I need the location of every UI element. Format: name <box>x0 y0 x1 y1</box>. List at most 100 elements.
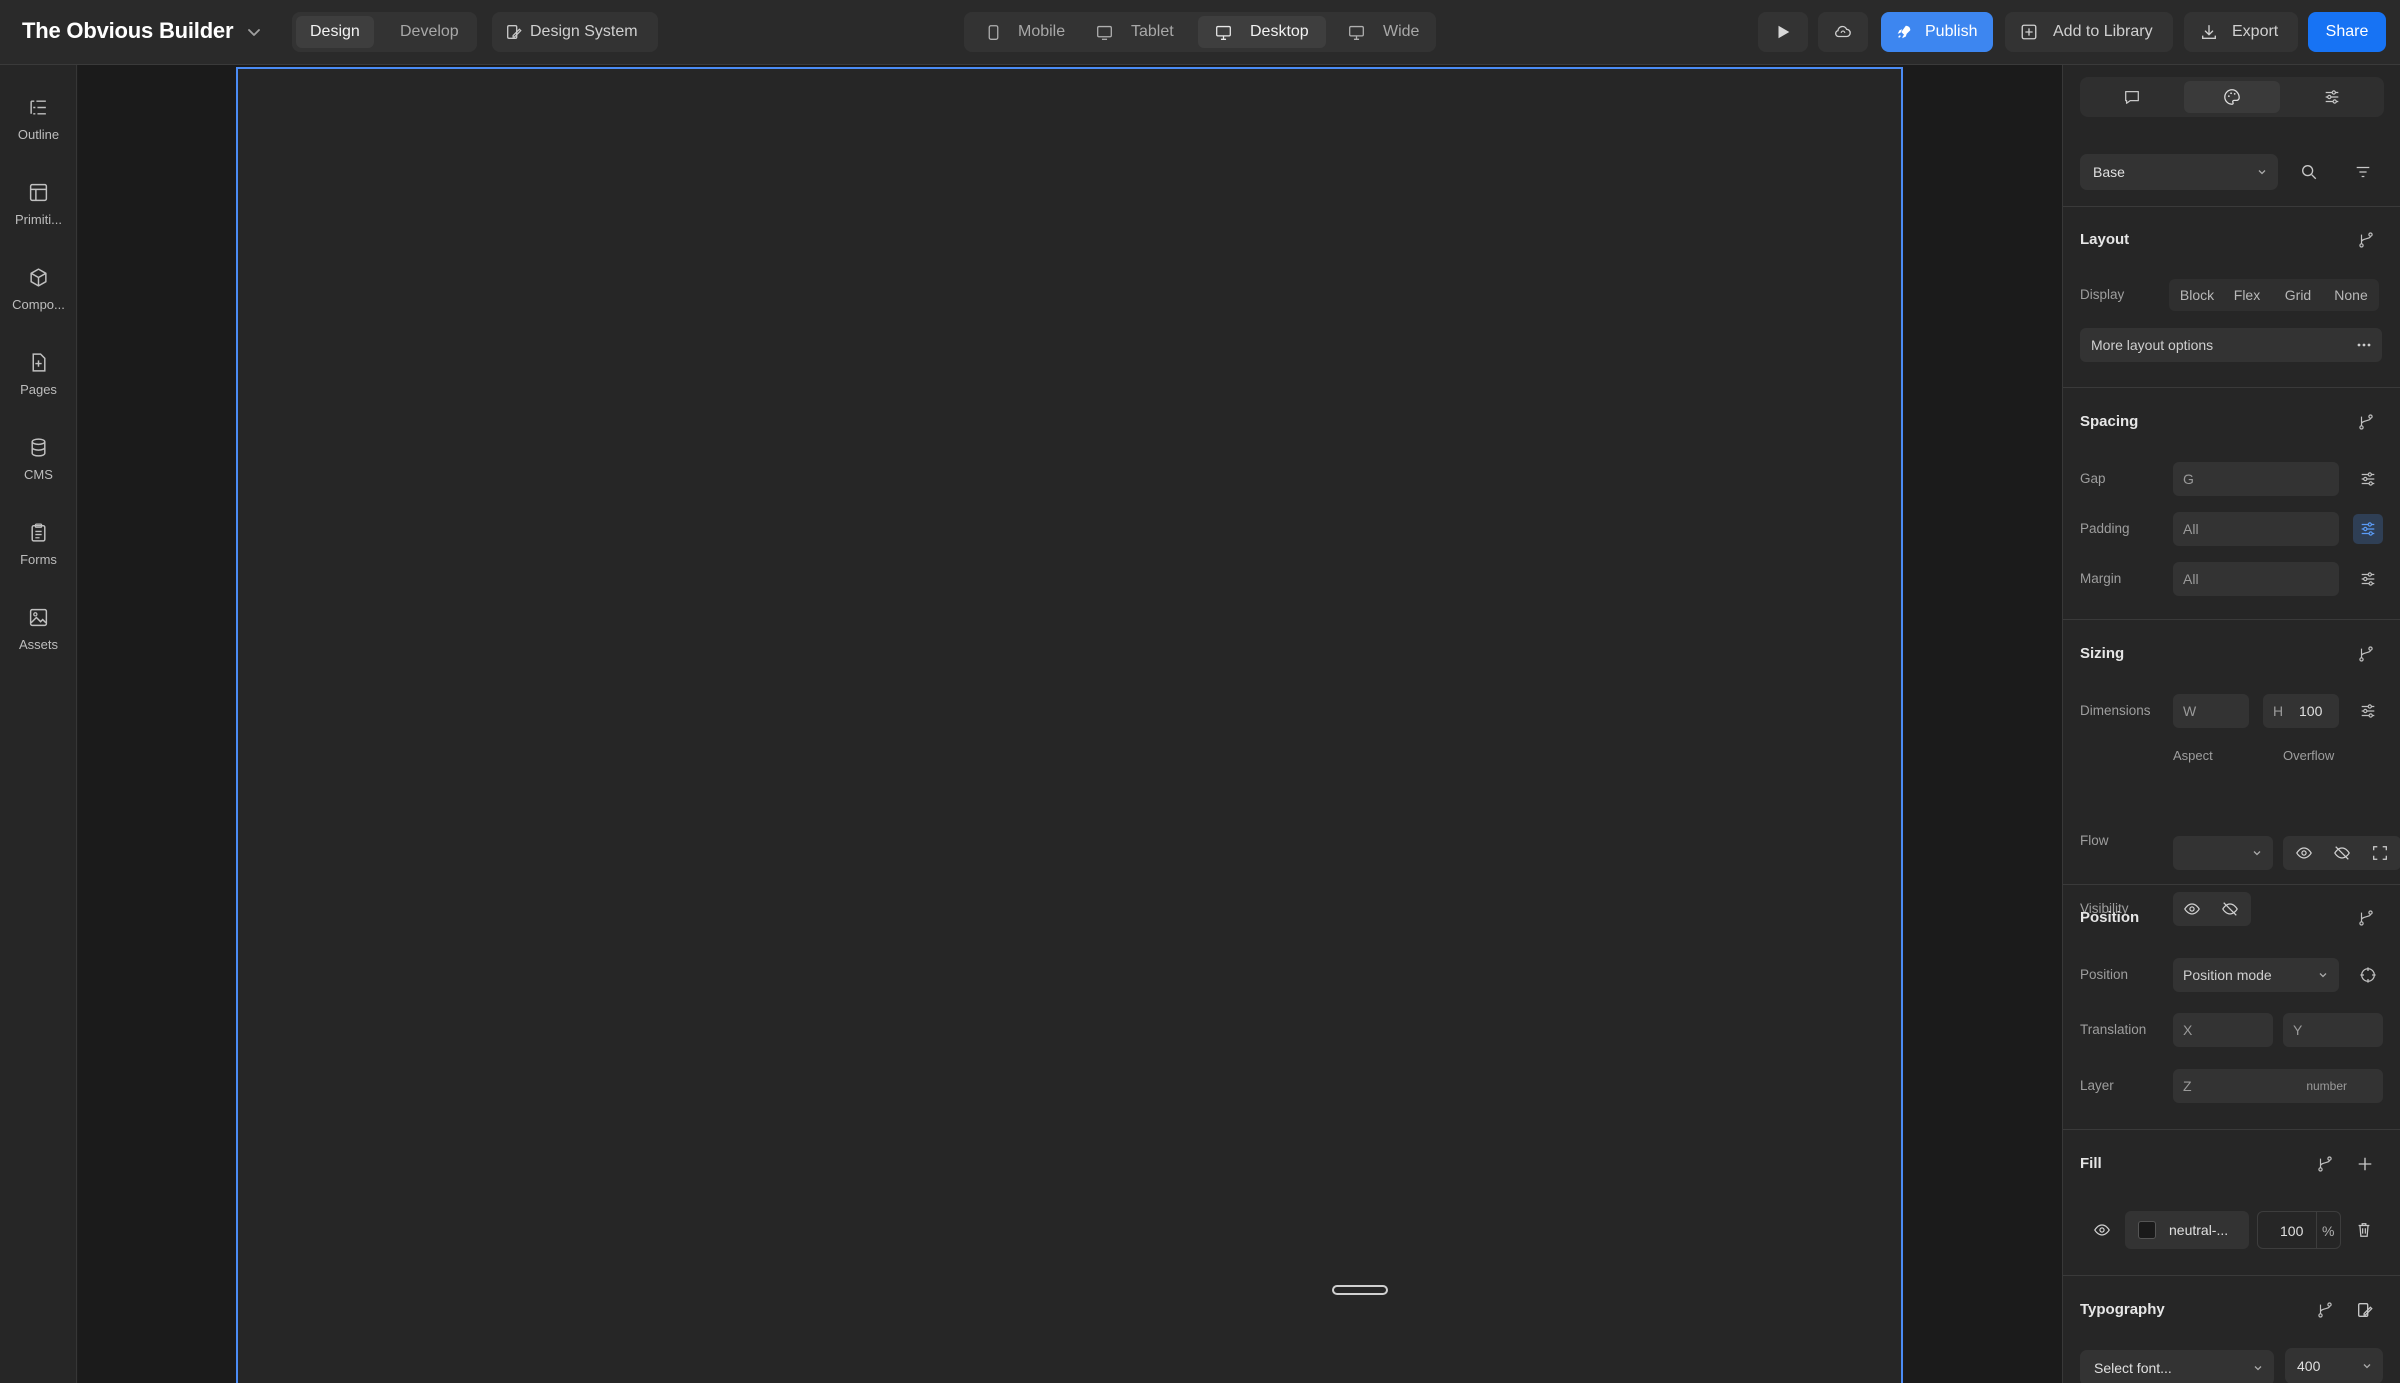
monitor-icon <box>1216 25 1231 40</box>
delete-fill-button[interactable] <box>2349 1215 2379 1245</box>
dimensions-advanced-button[interactable] <box>2353 696 2383 726</box>
sizing-branch-button[interactable] <box>2351 639 2381 669</box>
sizing-section-title: Sizing <box>2080 645 2125 662</box>
overflow-hidden-button[interactable] <box>2327 838 2357 868</box>
typography-branch-button[interactable] <box>2310 1295 2340 1325</box>
sidebar-item-outline[interactable]: Outline <box>0 87 77 157</box>
sidebar-item-pages[interactable]: Pages <box>0 342 77 412</box>
design-mode-tab[interactable]: Design <box>296 16 374 48</box>
canvas-area[interactable] <box>78 65 2062 1383</box>
overflow-scroll-button[interactable] <box>2365 838 2395 868</box>
search-button[interactable] <box>2294 157 2324 187</box>
tab-settings[interactable] <box>2284 81 2380 113</box>
display-flex-option[interactable]: Flex <box>2224 279 2270 311</box>
sliders-icon <box>2361 522 2375 536</box>
gap-advanced-button[interactable] <box>2353 464 2383 494</box>
aspect-select[interactable] <box>2173 836 2273 870</box>
design-system-icon <box>2358 1303 2373 1317</box>
breakpoint-mobile[interactable]: Mobile <box>968 16 1074 48</box>
resize-handle[interactable] <box>1332 1285 1388 1295</box>
display-block-option[interactable]: Block <box>2173 279 2221 311</box>
sidebar-item-label: CMS <box>24 467 53 482</box>
export-button[interactable]: Export <box>2184 12 2298 52</box>
sliders-icon <box>2325 90 2339 104</box>
filter-icon <box>2356 166 2370 178</box>
typography-style-button[interactable] <box>2350 1295 2380 1325</box>
preview-button[interactable] <box>1758 12 1808 52</box>
add-to-library-button[interactable]: Add to Library <box>2005 12 2173 52</box>
export-label: Export <box>2232 23 2279 40</box>
design-system-button[interactable]: Design System <box>492 12 658 52</box>
height-input[interactable]: H 100 <box>2263 694 2339 728</box>
breakpoint-tablet[interactable]: Tablet <box>1079 16 1192 48</box>
add-to-library-label: Add to Library <box>2053 23 2153 40</box>
z-unit-label: number <box>2306 1079 2347 1093</box>
sync-button[interactable] <box>1818 12 1868 52</box>
sidebar-item-cms[interactable]: CMS <box>0 427 77 497</box>
spacing-branch-button[interactable] <box>2351 407 2381 437</box>
eye-icon <box>2184 903 2200 915</box>
chevron-down-icon[interactable] <box>244 22 264 42</box>
sliders-icon <box>2361 572 2375 586</box>
tab-comments[interactable] <box>2084 81 2180 113</box>
filter-button[interactable] <box>2348 157 2378 187</box>
chevron-down-icon <box>2254 1366 2262 1371</box>
position-label: Position <box>2080 967 2129 982</box>
branch-icon <box>2318 1156 2332 1172</box>
margin-advanced-button[interactable] <box>2353 564 2383 594</box>
share-button[interactable]: Share <box>2308 12 2386 52</box>
padding-advanced-button[interactable] <box>2353 514 2383 544</box>
image-icon <box>29 608 48 627</box>
padding-input[interactable]: All <box>2173 512 2339 546</box>
z-index-input[interactable]: Z number <box>2173 1069 2383 1103</box>
app-title[interactable]: The Obvious Builder <box>22 18 234 44</box>
sidebar-item-assets[interactable]: Assets <box>0 597 77 667</box>
sidebar-item-label: Forms <box>20 552 57 567</box>
width-input[interactable]: W <box>2173 694 2249 728</box>
sidebar-item-primitives[interactable]: Primiti... <box>0 172 77 242</box>
breakpoint-desktop[interactable]: Desktop <box>1198 16 1326 48</box>
tab-style[interactable] <box>2184 81 2280 113</box>
layout-branch-button[interactable] <box>2351 225 2381 255</box>
trash-icon <box>2358 1223 2370 1237</box>
fill-color-picker[interactable]: neutral-... <box>2125 1211 2249 1249</box>
margin-input[interactable]: All <box>2173 562 2339 596</box>
display-none-option[interactable]: None <box>2325 279 2377 311</box>
fill-opacity-input[interactable]: 100 % <box>2257 1211 2341 1249</box>
position-target-button[interactable] <box>2353 960 2383 990</box>
sidebar-item-label: Assets <box>18 637 58 652</box>
visibility-hidden-button[interactable] <box>2215 894 2245 924</box>
state-select[interactable]: Base <box>2080 154 2278 190</box>
typography-section-title: Typography <box>2080 1301 2165 1318</box>
font-weight-select[interactable]: 400 <box>2285 1348 2383 1383</box>
position-mode-select[interactable]: Position mode <box>2173 958 2339 992</box>
visibility-visible-button[interactable] <box>2177 894 2207 924</box>
add-fill-button[interactable] <box>2350 1149 2380 1179</box>
left-sidebar: Outline Primiti... Compo... Pages CMS Fo… <box>0 65 77 1383</box>
padding-value: All <box>2183 521 2199 537</box>
publish-button[interactable]: Publish <box>1881 12 1993 52</box>
develop-mode-tab[interactable]: Develop <box>386 16 473 48</box>
chevron-down-icon <box>2363 1364 2371 1369</box>
more-layout-options-button[interactable]: More layout options <box>2080 328 2382 362</box>
translate-y-input[interactable]: Y <box>2283 1013 2383 1047</box>
mode-switcher: Design Develop <box>292 12 477 52</box>
overflow-options <box>2283 836 2400 870</box>
font-family-select[interactable]: Select font... <box>2080 1350 2274 1383</box>
gap-input[interactable]: G <box>2173 462 2339 496</box>
display-grid-option[interactable]: Grid <box>2274 279 2322 311</box>
translate-x-input[interactable]: X <box>2173 1013 2273 1047</box>
fill-visibility-toggle[interactable] <box>2087 1215 2117 1245</box>
position-mode-value: Position mode <box>2183 967 2272 983</box>
position-branch-button[interactable] <box>2351 903 2381 933</box>
fill-color-name: neutral-... <box>2169 1222 2229 1238</box>
overflow-visible-button[interactable] <box>2289 838 2319 868</box>
sidebar-item-components[interactable]: Compo... <box>0 257 77 327</box>
breakpoint-wide[interactable]: Wide <box>1331 16 1431 48</box>
selected-page-frame[interactable] <box>236 67 1903 1383</box>
sidebar-item-forms[interactable]: Forms <box>0 512 77 582</box>
fill-branch-button[interactable] <box>2310 1149 2340 1179</box>
share-label: Share <box>2325 23 2369 40</box>
divider <box>2063 619 2400 620</box>
visibility-options <box>2173 892 2251 926</box>
